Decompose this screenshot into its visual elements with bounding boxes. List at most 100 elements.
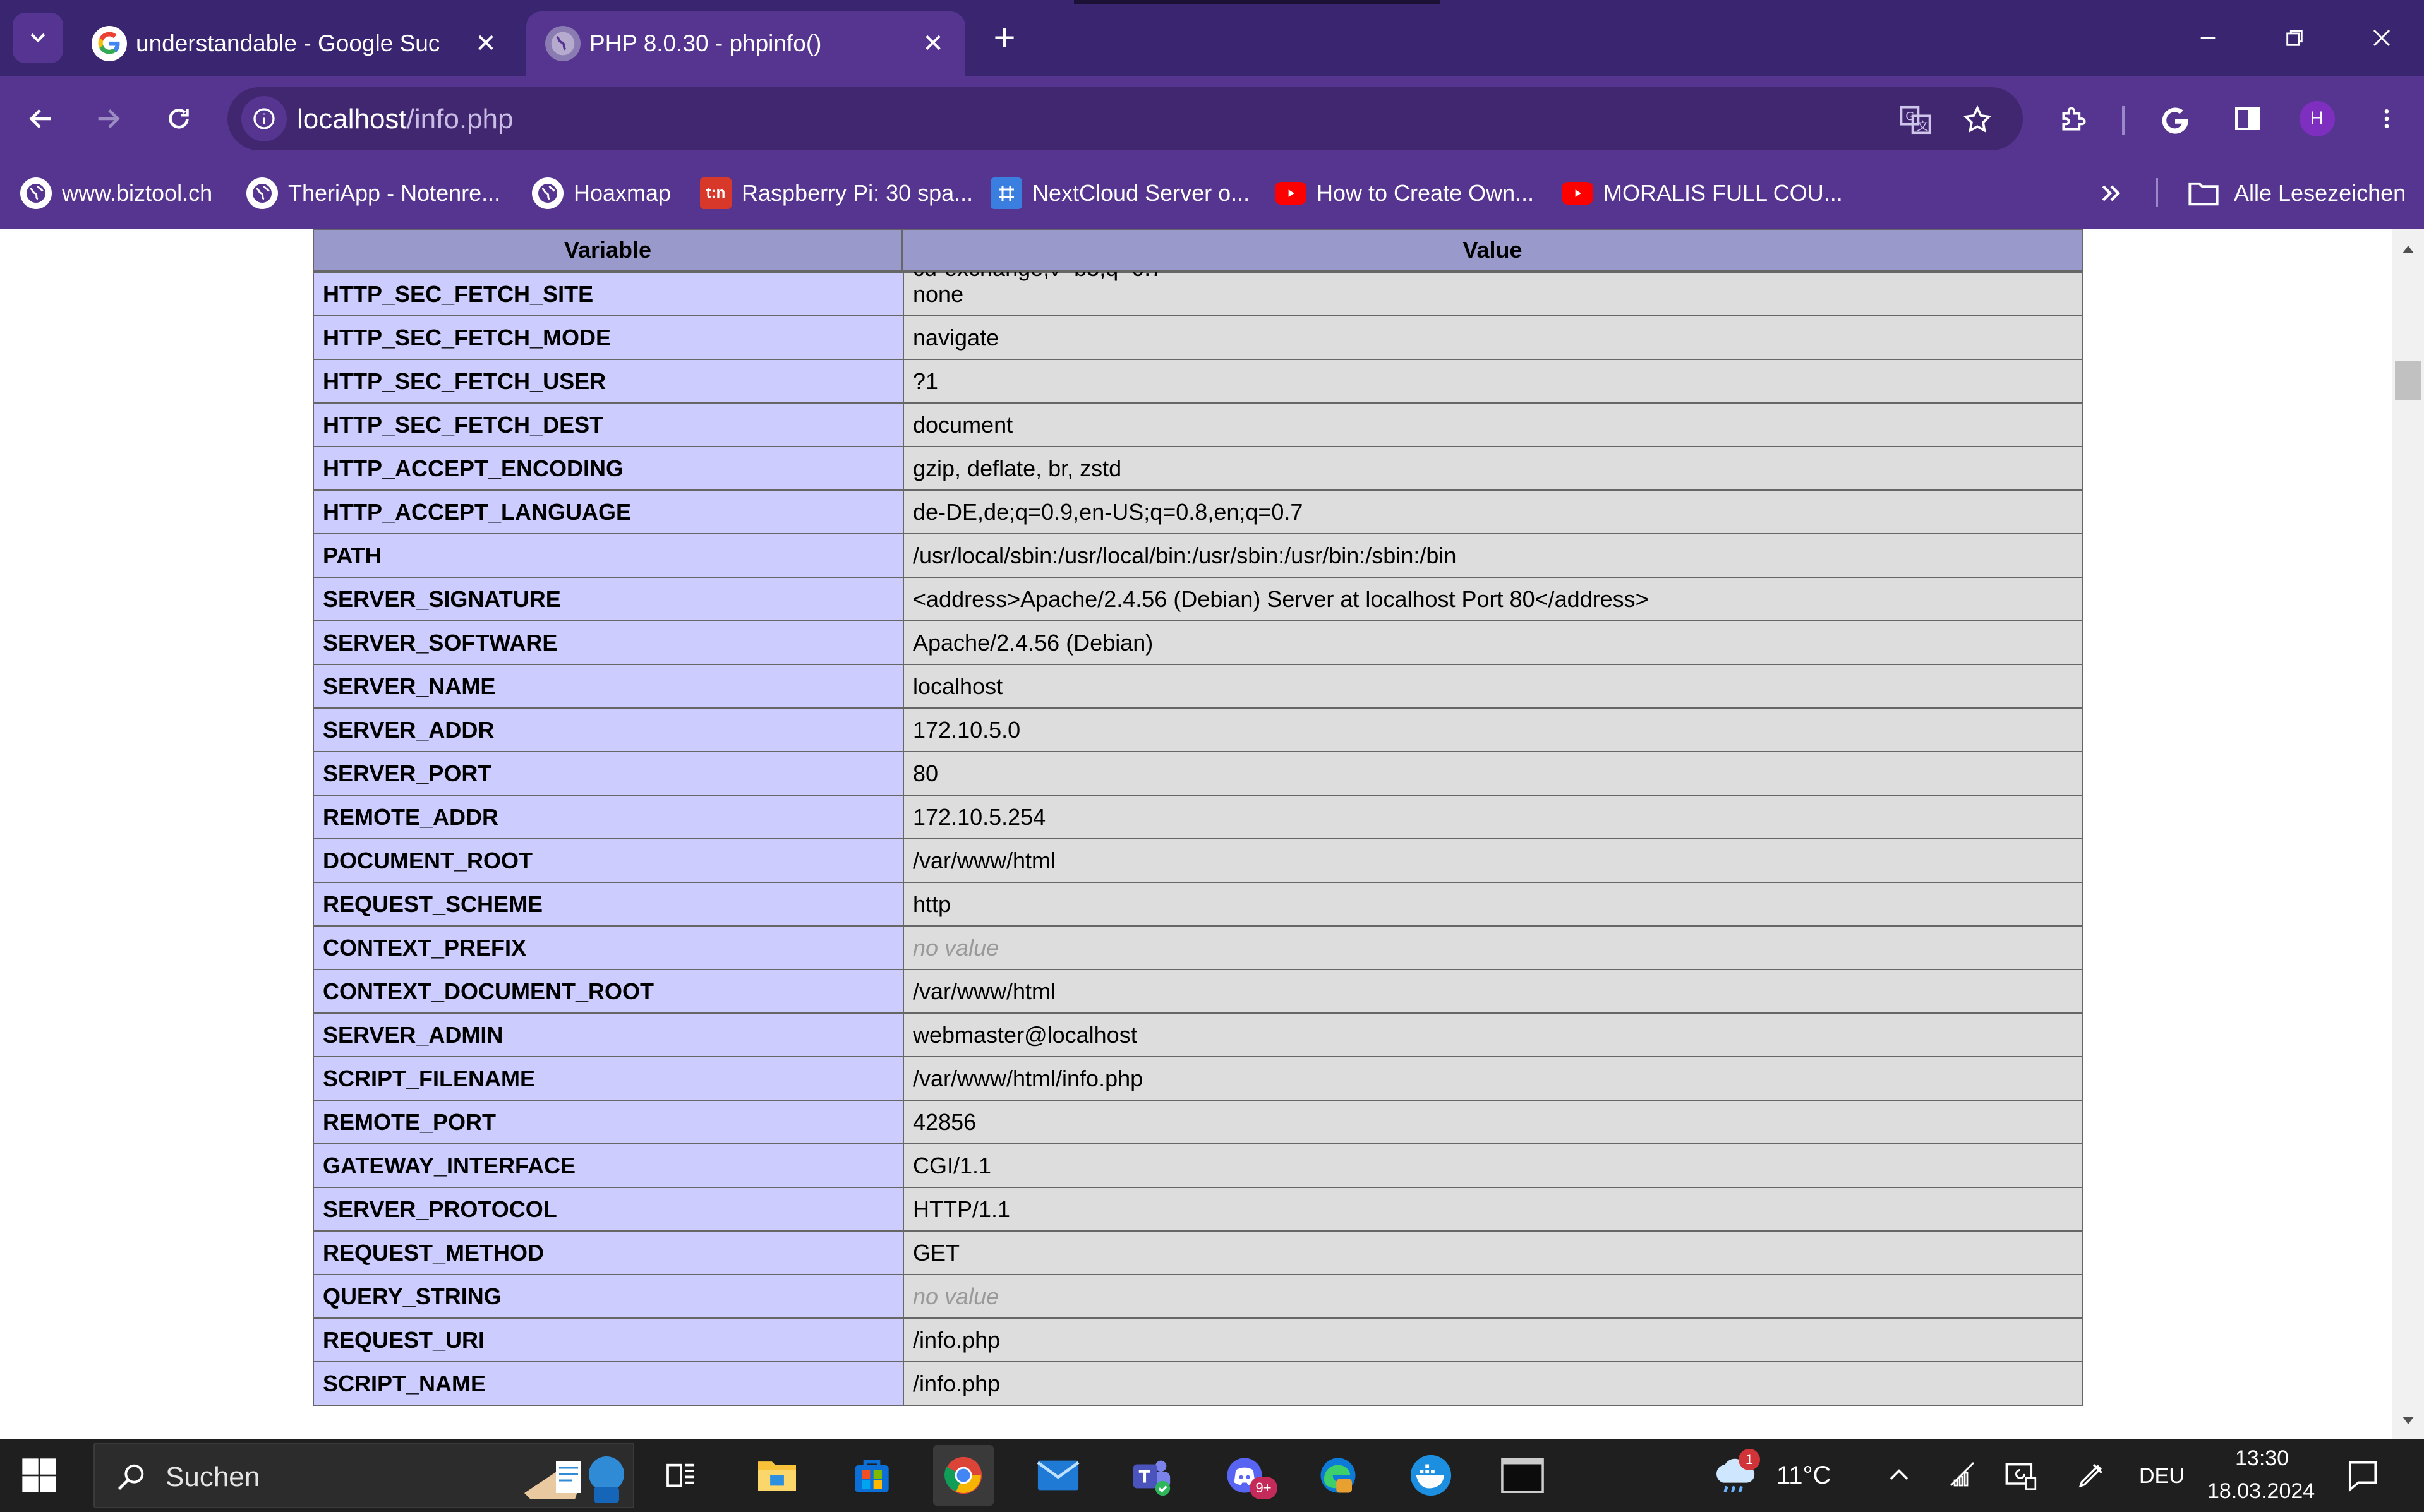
bookmark-item[interactable]: TheriApp - Notenre... — [246, 173, 500, 213]
table-row: SERVER_ADMIN webmaster@localhost — [313, 1012, 2083, 1057]
variable-value-cell: HTTP/1.1 — [903, 1187, 2083, 1232]
variable-value-cell: /var/www/html — [903, 838, 2083, 883]
device-button[interactable] — [1990, 1445, 2051, 1506]
variable-value-cell: document — [903, 402, 2083, 447]
youtube-icon — [1275, 182, 1306, 205]
variable-name-cell: HTTP_SEC_FETCH_MODE — [313, 315, 904, 360]
table-row: SERVER_ADDR 172.10.5.0 — [313, 707, 2083, 752]
edge-icon — [1320, 1458, 1356, 1493]
nextcloud-icon — [991, 177, 1022, 209]
minimize-icon — [2200, 37, 2216, 39]
task-view-button[interactable] — [651, 1445, 711, 1506]
restore-button[interactable] — [2263, 13, 2326, 63]
tab-google-search[interactable]: understandable - Google Suche ✕ — [73, 11, 518, 76]
all-bookmarks-button[interactable]: Alle Lesezeichen — [2187, 173, 2406, 213]
variable-value-cell: 172.10.5.0 — [903, 707, 2083, 752]
edge-button[interactable] — [1308, 1445, 1368, 1506]
variable-value-cell: http — [903, 882, 2083, 927]
weather-widget[interactable]: 1 — [1706, 1445, 1766, 1506]
chrome-taskbar-button[interactable] — [933, 1445, 994, 1506]
variable-name-cell: REMOTE_PORT — [313, 1100, 904, 1144]
clock-date[interactable]: 18.03.2024 — [2207, 1479, 2315, 1504]
translate-button[interactable]: G文 — [1896, 101, 1934, 139]
weather-temperature[interactable]: 11°C — [1776, 1461, 1831, 1490]
variable-name-cell: CONTEXT_DOCUMENT_ROOT — [313, 969, 904, 1014]
bookmark-item[interactable]: How to Create Own... — [1275, 173, 1534, 213]
bookmarks-overflow-button[interactable] — [2097, 173, 2125, 213]
new-tab-button[interactable]: + — [979, 16, 1030, 60]
google-account-extension-button[interactable] — [2148, 92, 2202, 145]
task-view-icon — [666, 1463, 694, 1487]
profile-button[interactable]: H — [2290, 92, 2344, 145]
tab-phpinfo[interactable]: PHP 8.0.30 - phpinfo() ✕ — [526, 11, 965, 76]
side-panel-button[interactable] — [2221, 92, 2274, 145]
docker-button[interactable] — [1401, 1445, 1461, 1506]
url-text[interactable]: localhost/info.php — [297, 104, 513, 135]
browser-menu-button[interactable] — [2360, 92, 2413, 145]
notification-center-button[interactable] — [2332, 1445, 2393, 1506]
google-g-icon — [2162, 107, 2188, 134]
bookmark-item[interactable]: www.biztool.ch — [20, 173, 212, 213]
bookmark-item[interactable]: MORALIS FULL COU... — [1562, 173, 1843, 213]
toolbar-separator — [2122, 106, 2125, 135]
start-button[interactable] — [19, 1455, 59, 1496]
table-row: REQUEST_METHOD GET — [313, 1230, 2083, 1275]
variable-value-cell: 172.10.5.254 — [903, 795, 2083, 839]
forward-button[interactable] — [81, 92, 135, 145]
extensions-button[interactable] — [2047, 92, 2101, 145]
variable-value-cell: /usr/local/sbin:/usr/local/bin:/usr/sbin… — [903, 533, 2083, 578]
close-tab-icon[interactable]: ✕ — [917, 29, 949, 58]
bookmark-item[interactable]: NextCloud Server o... — [991, 173, 1250, 213]
site-info-button[interactable] — [241, 96, 287, 141]
info-icon — [253, 108, 275, 129]
table-row: SERVER_SIGNATURE <address>Apache/2.4.56 (… — [313, 577, 2083, 621]
clock-time[interactable]: 13:30 — [2235, 1446, 2289, 1471]
variable-name-cell: SERVER_ADDR — [313, 707, 904, 752]
address-bar[interactable]: localhost/info.php G文 — [227, 87, 2023, 150]
table-row: HTTP_SEC_FETCH_MODE navigate — [313, 315, 2083, 360]
variable-name-cell: SERVER_NAME — [313, 664, 904, 709]
t3n-icon: t:n — [700, 177, 732, 209]
terminal-button[interactable] — [1492, 1445, 1553, 1506]
close-window-button[interactable] — [2350, 13, 2413, 63]
search-label: Suchen — [166, 1461, 260, 1492]
chevron-up-icon — [1890, 1469, 1908, 1480]
pen-menu-button[interactable] — [2061, 1445, 2121, 1506]
table-row: CONTEXT_DOCUMENT_ROOT/var/www/html — [313, 969, 2083, 1014]
restore-icon — [2286, 30, 2303, 46]
scroll-down-arrow-icon[interactable] — [2392, 1405, 2424, 1436]
table-row: REQUEST_URI/info.php — [313, 1317, 2083, 1362]
discord-button[interactable]: 9+ — [1214, 1445, 1277, 1506]
docker-icon — [1410, 1455, 1452, 1496]
network-button[interactable] — [1932, 1445, 1993, 1506]
variable-name-cell: REQUEST_SCHEME — [313, 882, 904, 927]
variable-value-cell: localhost — [903, 664, 2083, 709]
bookmark-item[interactable]: t:n Raspberry Pi: 30 spa... — [700, 173, 973, 213]
table-row: HTTP_SEC_FETCH_USER ?1 — [313, 359, 2083, 404]
show-hidden-icons-button[interactable] — [1869, 1445, 1929, 1506]
bookmark-star-button[interactable] — [1958, 101, 1996, 139]
file-explorer-button[interactable] — [747, 1445, 807, 1506]
mail-button[interactable] — [1028, 1445, 1088, 1506]
tab-search-dropdown-button[interactable] — [13, 13, 63, 63]
reload-button[interactable] — [152, 92, 205, 145]
vertical-scrollbar[interactable] — [2392, 229, 2424, 1439]
bookmark-label: MORALIS FULL COU... — [1603, 180, 1843, 206]
back-button[interactable] — [14, 92, 68, 145]
tab-title: PHP 8.0.30 - phpinfo() — [589, 30, 822, 56]
close-tab-icon[interactable]: ✕ — [470, 29, 502, 58]
scroll-up-arrow-icon[interactable] — [2392, 234, 2424, 265]
weather-badge: 1 — [1739, 1449, 1760, 1470]
taskbar-search-box[interactable]: Suchen — [93, 1443, 634, 1508]
store-icon — [855, 1460, 889, 1492]
variable-value-cell: /info.php — [903, 1361, 2083, 1406]
bookmark-item[interactable]: Hoaxmap — [532, 173, 671, 213]
variable-value-cell: /info.php — [903, 1317, 2083, 1362]
microsoft-store-button[interactable] — [841, 1445, 902, 1506]
input-language[interactable]: DEU — [2139, 1464, 2185, 1489]
scrollbar-thumb[interactable] — [2395, 361, 2421, 400]
globe-icon — [246, 177, 278, 209]
teams-button[interactable]: T — [1121, 1445, 1182, 1506]
minimize-button[interactable] — [2176, 13, 2240, 63]
table-row: GATEWAY_INTERFACE CGI/1.1 — [313, 1143, 2083, 1188]
